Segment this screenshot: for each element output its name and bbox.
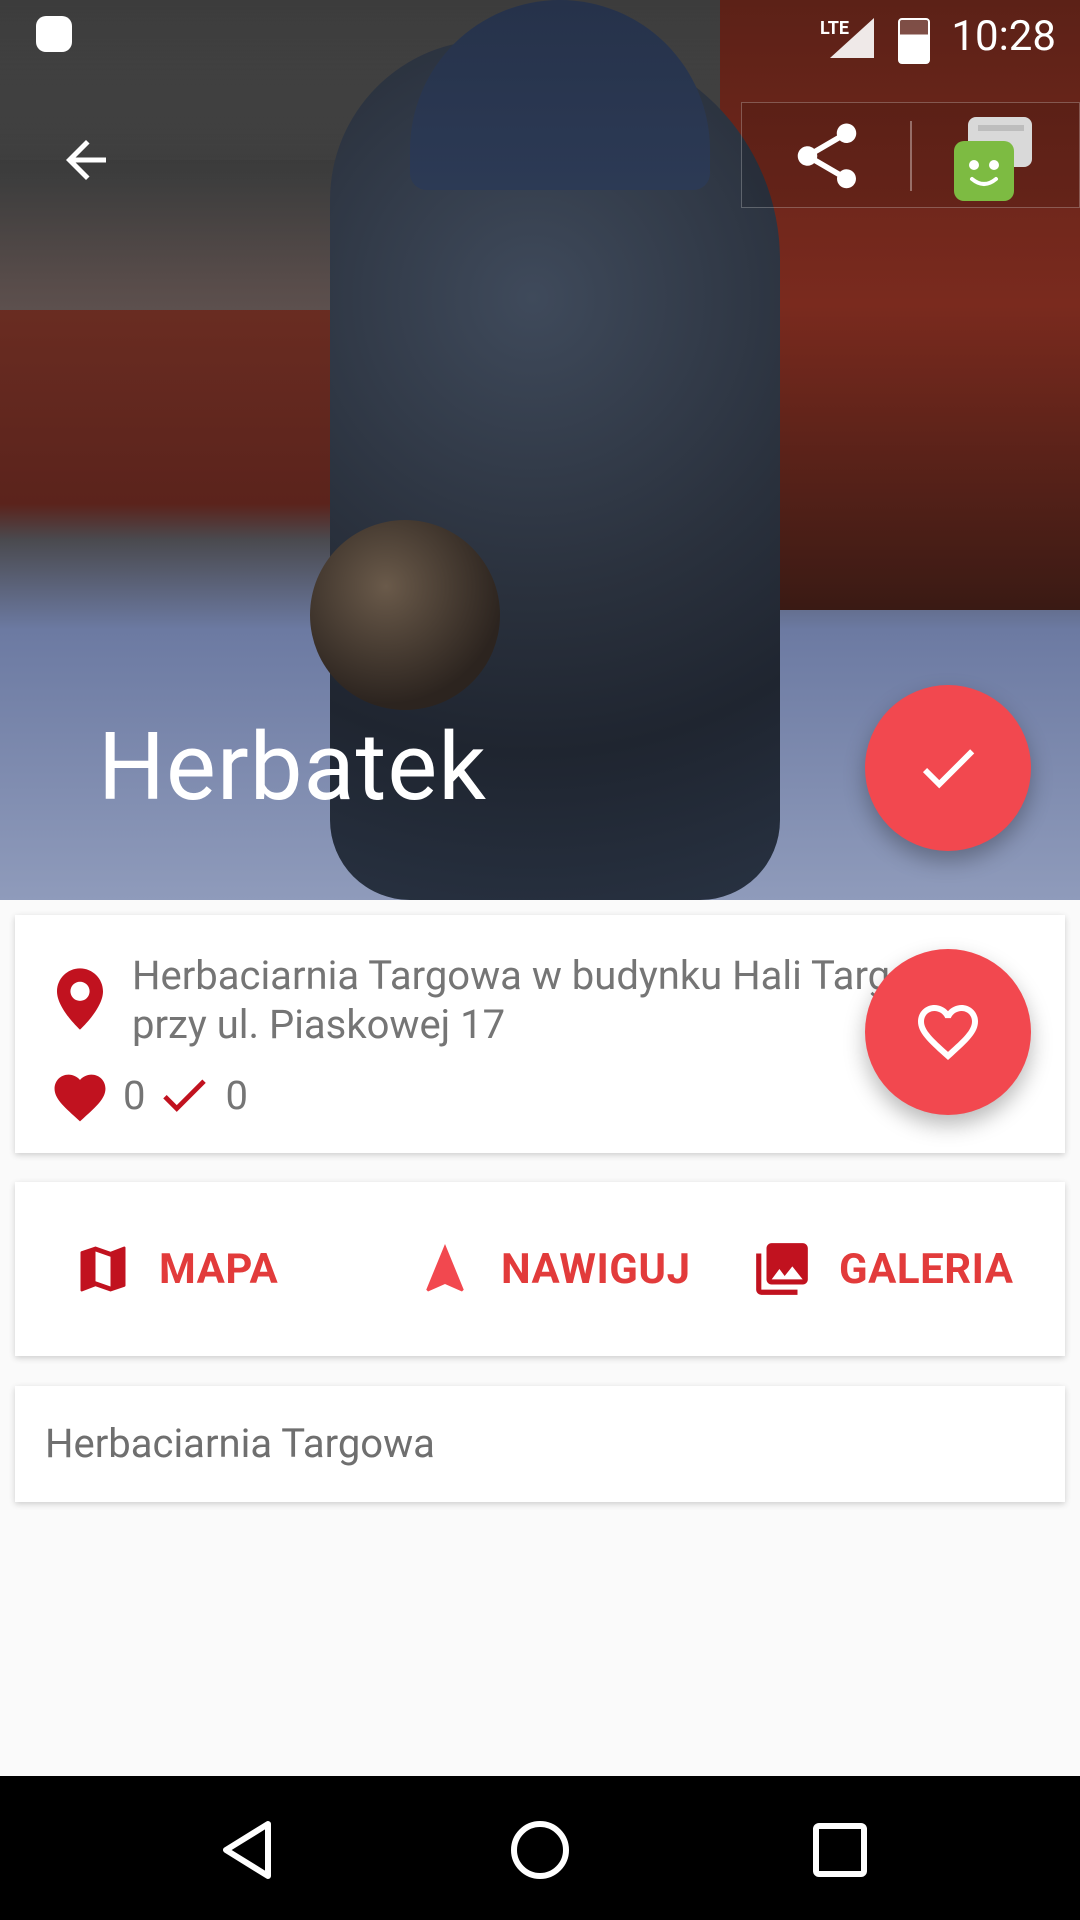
signal-icon <box>830 18 874 58</box>
heart-count-icon <box>54 1074 106 1122</box>
heart-icon <box>918 1005 978 1061</box>
favorite-fab[interactable] <box>865 949 1031 1115</box>
gallery-icon <box>756 1243 808 1295</box>
navigation-arrow-icon <box>426 1244 464 1292</box>
back-arrow-icon[interactable] <box>56 130 116 190</box>
check-fab[interactable] <box>865 685 1031 851</box>
checks-count: 0 <box>225 1071 248 1119</box>
place-name-card: Herbaciarnia Targowa <box>15 1386 1065 1502</box>
actions-card: MAPA NAWIGUJ GALERIA <box>15 1182 1065 1356</box>
navigate-button-label: NAWIGUJ <box>501 1244 691 1294</box>
map-icon <box>80 1246 126 1292</box>
likes-count: 0 <box>123 1071 146 1119</box>
check-icon <box>922 749 975 789</box>
counts-row: 0 0 <box>49 1065 258 1125</box>
toolbar-divider <box>910 121 912 191</box>
navigation-bar <box>0 1776 1080 1920</box>
gallery-button-label: GALERIA <box>839 1244 1014 1294</box>
page-title: Herbatek <box>98 712 487 822</box>
status-bar: LTE 10:28 <box>0 0 1080 75</box>
statue-teapot <box>310 520 500 710</box>
map-button[interactable]: MAPA <box>73 1182 278 1356</box>
gallery-button[interactable]: GALERIA <box>751 1182 1013 1356</box>
toolbar-actions <box>741 102 1080 208</box>
android-robot-icon <box>36 16 72 52</box>
nav-recents-icon[interactable] <box>800 1810 880 1890</box>
location-pin-icon <box>57 968 103 1030</box>
place-name: Herbaciarnia Targowa <box>45 1420 435 1467</box>
check-count-icon <box>163 1079 207 1112</box>
bot-icon[interactable] <box>948 115 1038 205</box>
battery-icon <box>898 18 930 64</box>
nav-home-icon[interactable] <box>500 1810 580 1890</box>
navigate-button[interactable]: NAWIGUJ <box>415 1182 691 1356</box>
clock: 10:28 <box>951 12 1056 61</box>
nav-back-icon[interactable] <box>210 1810 290 1890</box>
share-icon[interactable] <box>788 117 866 195</box>
map-button-label: MAPA <box>159 1244 279 1294</box>
